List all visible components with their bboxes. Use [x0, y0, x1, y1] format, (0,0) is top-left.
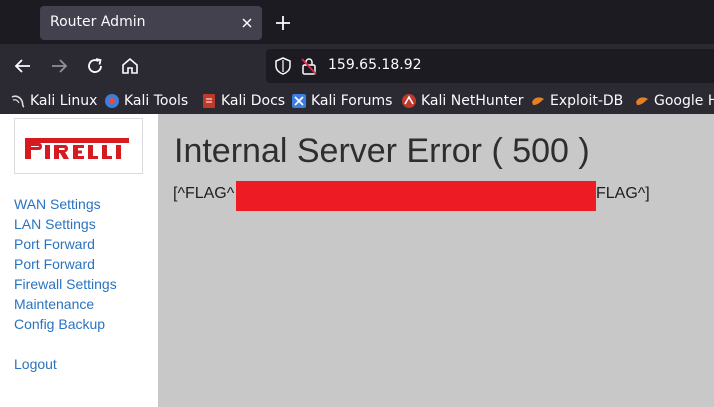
nethunter-icon — [402, 94, 416, 108]
page-title: Internal Server Error ( 500 ) — [174, 132, 590, 170]
logo-container[interactable] — [14, 118, 143, 174]
new-tab-icon[interactable] — [272, 12, 294, 34]
browser-tab[interactable]: Router Admin — [40, 6, 262, 40]
bookmark-label: Kali NetHunter — [421, 93, 524, 109]
page-viewport: WAN Settings LAN Settings Port Forward P… — [0, 114, 714, 407]
exploit-db-icon — [532, 97, 544, 105]
insecure-lock-icon[interactable] — [300, 56, 318, 76]
ghdb-icon — [636, 97, 648, 105]
bookmark-label: Kali Forums — [311, 93, 393, 109]
url-text: 159.65.18.92 — [328, 57, 422, 73]
sidebar-link-wan-settings[interactable]: WAN Settings — [14, 194, 117, 214]
logout-link[interactable]: Logout — [14, 354, 57, 374]
kali-forums-icon — [292, 94, 306, 108]
kali-dragon-icon — [11, 95, 25, 108]
shield-icon[interactable] — [274, 56, 292, 76]
sidebar-nav: WAN Settings LAN Settings Port Forward P… — [14, 194, 117, 334]
bookmark-label: Kali Tools — [124, 93, 189, 109]
bookmark-kali-docs[interactable]: Kali Docs — [201, 92, 285, 110]
flag-prefix: [^FLAG^ — [173, 185, 235, 202]
bookmark-label: Kali Docs — [221, 93, 286, 109]
tab-strip: Router Admin — [0, 0, 714, 44]
reload-icon[interactable] — [83, 54, 107, 78]
tab-title: Router Admin — [50, 14, 146, 30]
flag-suffix: FLAG^] — [596, 185, 650, 202]
sidebar-link-port-forward-2[interactable]: Port Forward — [14, 254, 117, 274]
bookmark-kali-linux[interactable]: Kali Linux — [10, 92, 97, 110]
pirelli-logo — [25, 138, 129, 159]
bookmark-ghdb[interactable]: Google Hacking DB — [634, 92, 714, 110]
sidebar-link-port-forward[interactable]: Port Forward — [14, 234, 117, 254]
kali-docs-icon — [203, 94, 215, 108]
sidebar-link-config-backup[interactable]: Config Backup — [14, 314, 117, 334]
bookmark-exploit-db[interactable]: Exploit-DB — [530, 92, 623, 110]
address-bar[interactable]: 159.65.18.92 — [266, 49, 714, 83]
redaction-bar — [236, 181, 596, 211]
bookmarks-toolbar: Kali Linux Kali Tools Kali Docs Kali For… — [0, 88, 714, 114]
forward-icon[interactable] — [47, 54, 71, 78]
main-content: Internal Server Error ( 500 ) [^FLAG^ FL… — [158, 114, 714, 407]
close-tab-icon[interactable] — [238, 14, 256, 32]
home-icon[interactable] — [118, 54, 142, 78]
back-icon[interactable] — [11, 54, 35, 78]
bookmark-kali-tools[interactable]: Kali Tools — [104, 92, 188, 110]
sidebar-link-lan-settings[interactable]: LAN Settings — [14, 214, 117, 234]
bookmark-label: Exploit-DB — [550, 93, 624, 109]
bookmark-kali-forums[interactable]: Kali Forums — [291, 92, 392, 110]
sidebar-link-maintenance[interactable]: Maintenance — [14, 294, 117, 314]
kali-tools-icon — [105, 94, 119, 108]
bookmark-kali-nethunter[interactable]: Kali NetHunter — [401, 92, 523, 110]
bookmark-label: Kali Linux — [30, 93, 98, 109]
sidebar-link-firewall-settings[interactable]: Firewall Settings — [14, 274, 117, 294]
bookmark-label: Google Hacking DB — [654, 93, 714, 109]
sidebar: WAN Settings LAN Settings Port Forward P… — [0, 114, 158, 407]
navigation-bar: 159.65.18.92 — [0, 44, 714, 88]
